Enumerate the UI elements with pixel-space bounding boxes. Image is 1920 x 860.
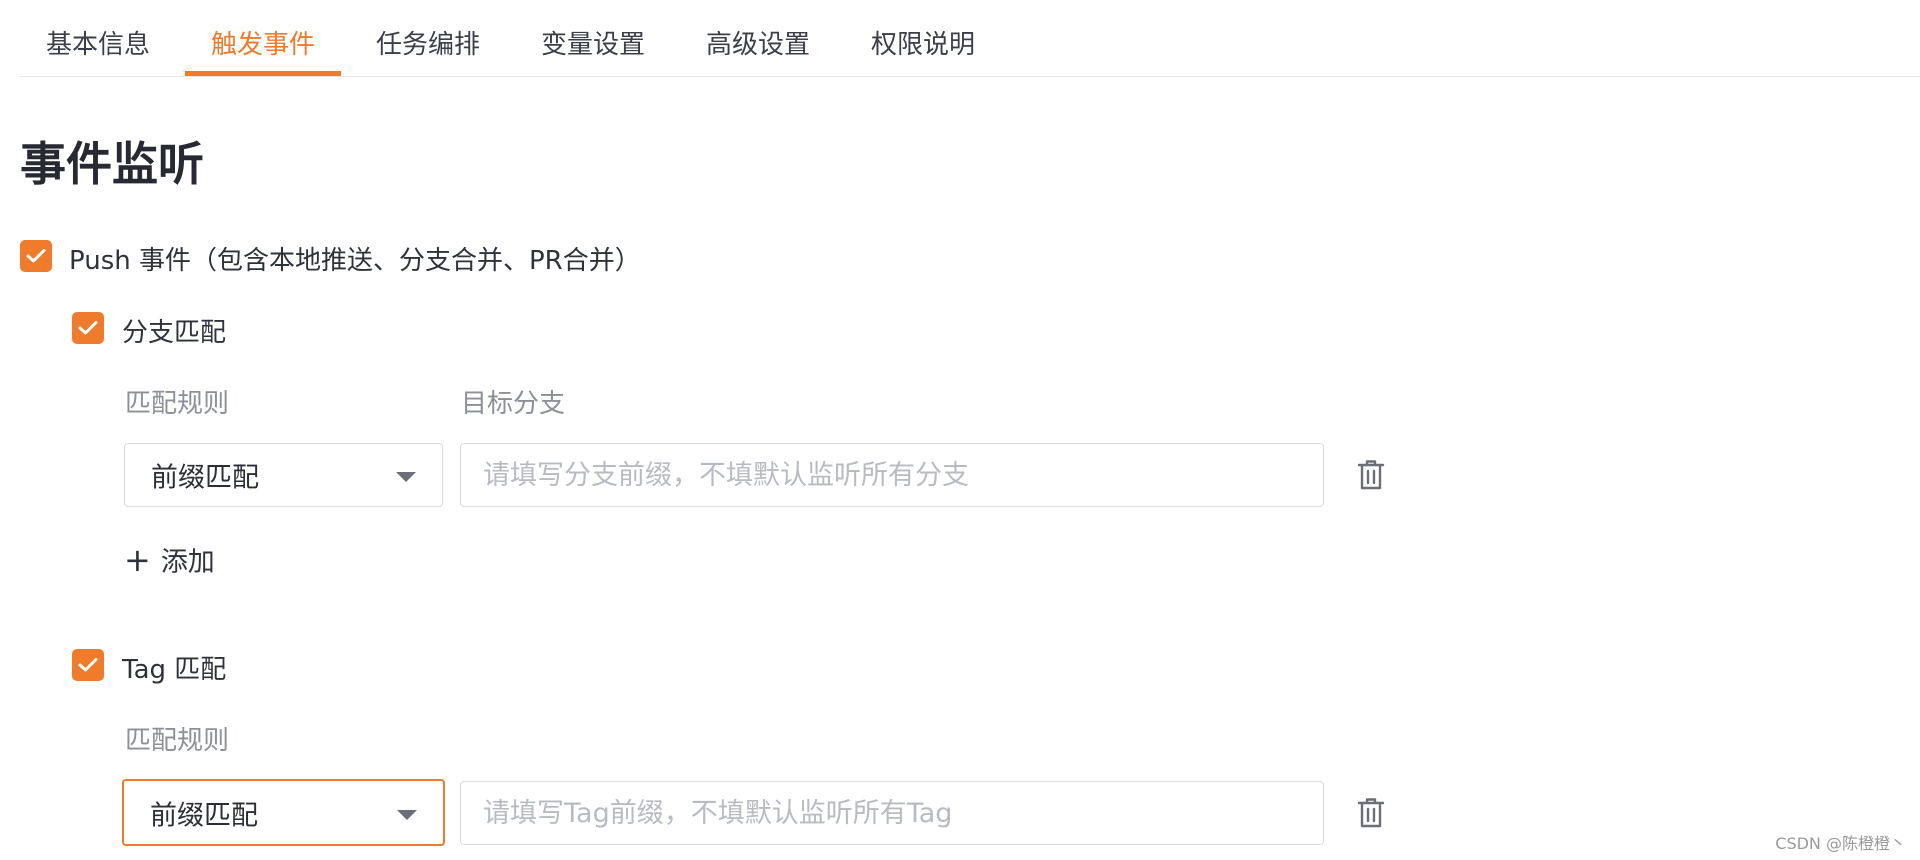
branch-match-checkbox[interactable] bbox=[72, 312, 104, 344]
tab-trigger-events[interactable]: 触发事件 bbox=[185, 24, 342, 76]
watermark: CSDN @陈橙橙丶 bbox=[1775, 834, 1906, 853]
trash-icon[interactable] bbox=[1356, 458, 1386, 492]
tab-advanced-settings[interactable]: 高级设置 bbox=[680, 24, 836, 76]
tag-match-checkbox[interactable] bbox=[72, 649, 104, 681]
branch-match-label: 分支匹配 bbox=[122, 318, 227, 348]
plus-icon: + bbox=[124, 540, 151, 579]
page-title: 事件监听 bbox=[20, 137, 204, 191]
branch-target-label: 目标分支 bbox=[461, 389, 566, 419]
tab-bar: 基本信息 触发事件 任务编排 变量设置 高级设置 权限说明 bbox=[20, 0, 1920, 77]
tag-prefix-input[interactable] bbox=[460, 781, 1324, 845]
check-icon bbox=[26, 249, 46, 263]
tab-permissions[interactable]: 权限说明 bbox=[845, 24, 1001, 76]
tab-task-orchestration[interactable]: 任务编排 bbox=[350, 24, 506, 76]
check-icon bbox=[78, 321, 98, 335]
tab-basic-info[interactable]: 基本信息 bbox=[20, 24, 176, 76]
tab-variables[interactable]: 变量设置 bbox=[515, 24, 671, 76]
add-label: 添加 bbox=[160, 547, 215, 578]
push-event-checkbox[interactable] bbox=[20, 240, 52, 272]
tag-rule-value: 前缀匹配 bbox=[150, 800, 258, 831]
branch-rule-value: 前缀匹配 bbox=[151, 462, 259, 494]
add-branch-rule-button[interactable]: + 添加 bbox=[124, 540, 215, 579]
tag-rule-select[interactable]: 前缀匹配 bbox=[122, 779, 445, 846]
check-icon bbox=[78, 658, 98, 672]
chevron-down-icon bbox=[396, 472, 416, 482]
trash-icon[interactable] bbox=[1356, 796, 1386, 830]
tag-match-label: Tag 匹配 bbox=[122, 655, 227, 685]
branch-rule-select[interactable]: 前缀匹配 bbox=[124, 443, 443, 507]
branch-prefix-input[interactable] bbox=[460, 443, 1324, 507]
branch-rule-label: 匹配规则 bbox=[125, 389, 230, 419]
push-event-label: Push 事件（包含本地推送、分支合并、PR合并） bbox=[69, 246, 641, 276]
chevron-down-icon bbox=[397, 809, 417, 820]
tag-rule-label: 匹配规则 bbox=[125, 726, 230, 756]
